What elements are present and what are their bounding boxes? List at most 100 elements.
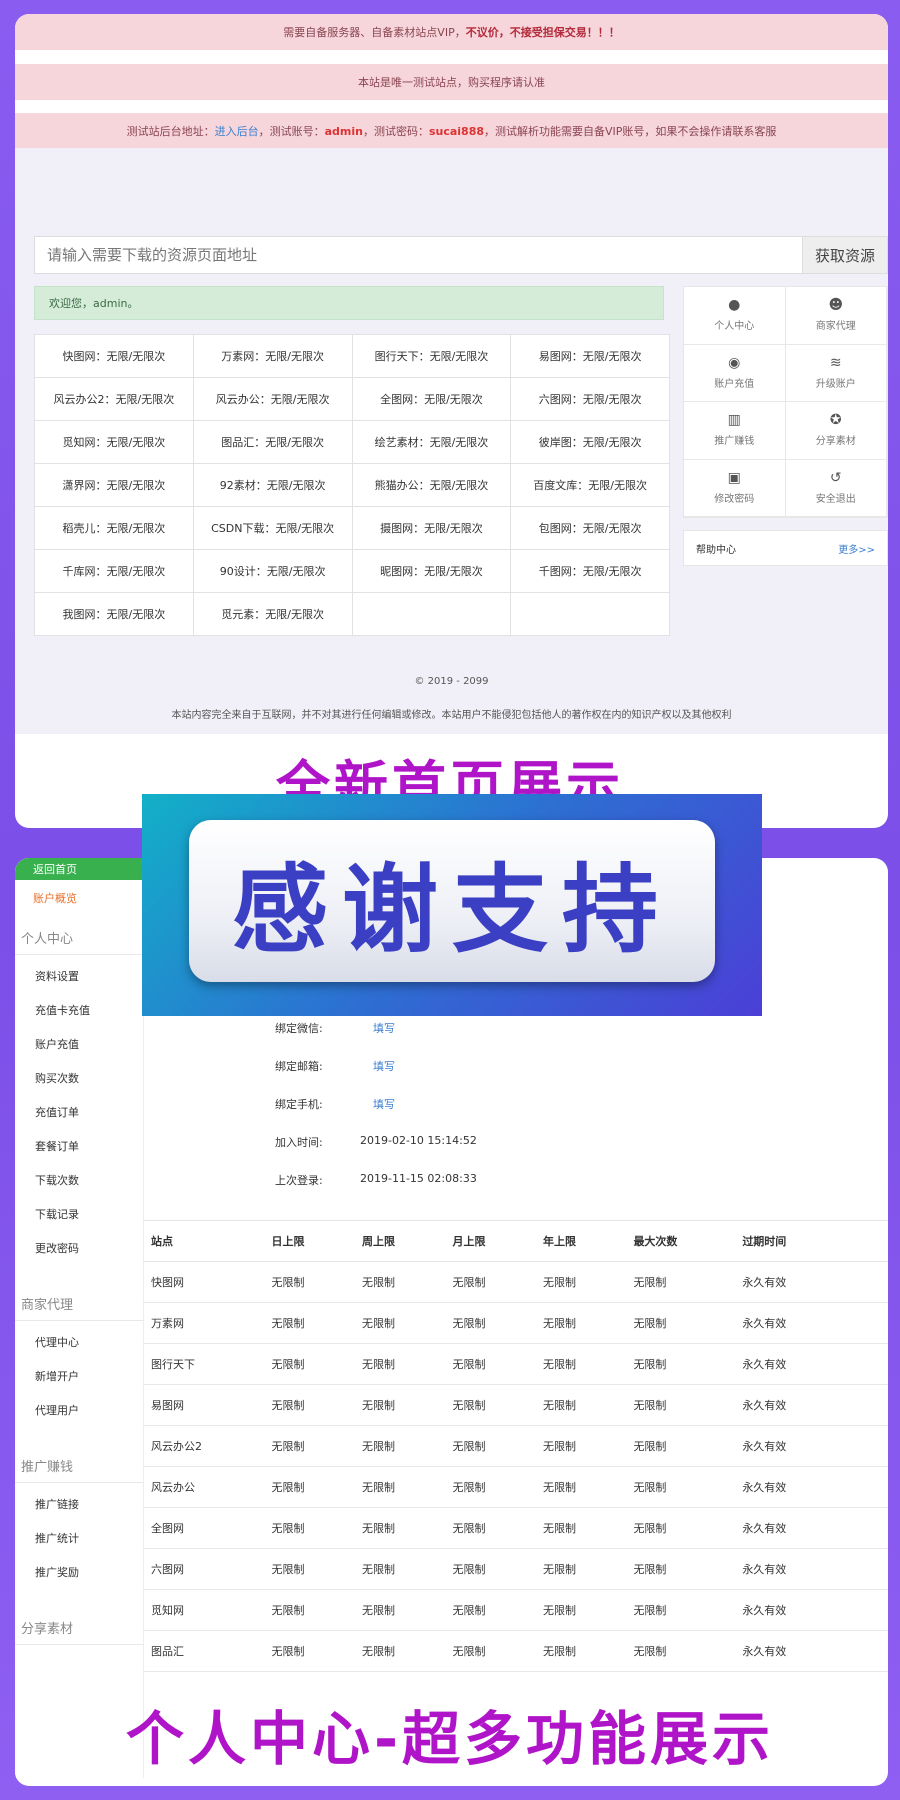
limits-cell: 图行天下 (143, 1343, 271, 1385)
nav-item[interactable]: 推广奖励 (35, 1564, 79, 1580)
nav-back-home[interactable]: 返回首页 (15, 858, 143, 880)
profile-row: 绑定手机: 填写 (275, 1096, 395, 1112)
quick-menu-share[interactable]: ✪ 分享素材 (785, 402, 887, 460)
quick-menu-coin[interactable]: ◉ 账户充值 (684, 344, 786, 402)
nav-item[interactable]: 购买次数 (35, 1070, 79, 1086)
admin-link[interactable]: 进入后台 (215, 123, 259, 139)
layers-icon: ≋ (829, 354, 842, 371)
notice-text: ，测试密码： (362, 125, 429, 138)
nav-item[interactable]: 推广统计 (35, 1530, 79, 1546)
limits-cell: 风云办公 (143, 1466, 271, 1508)
site-quota-cell: 90设计：无限/无限次 (192, 549, 353, 593)
table-row: 觅知网 无限制 无限制 无限制 无限制 无限制 永久有效 (143, 1589, 888, 1631)
profile-fill-link[interactable]: 填写 (373, 1020, 395, 1036)
nav-item[interactable]: 代理用户 (35, 1402, 79, 1418)
limits-cell: 无限制 (632, 1261, 742, 1303)
nav-item[interactable]: 下载记录 (35, 1206, 79, 1222)
notice-bold: 不议价，不接受担保交易！！！ (465, 26, 620, 39)
limits-cell: 永久有效 (741, 1384, 888, 1426)
limits-cell: 无限制 (632, 1384, 742, 1426)
quick-menu-group[interactable]: ☻ 商家代理 (785, 287, 887, 345)
limits-cell: 永久有效 (741, 1302, 888, 1344)
quick-menu-label: 安全退出 (815, 493, 856, 505)
limits-cell: 图品汇 (143, 1630, 271, 1672)
share-icon: ✪ (829, 412, 842, 429)
copyright: © 2019 - 2099 (414, 676, 489, 687)
thanks-badge: 感谢支持 (189, 820, 715, 982)
limits-cell: 无限制 (360, 1384, 452, 1426)
limits-cell: 无限制 (632, 1589, 742, 1631)
nav-item[interactable]: 资料设置 (35, 968, 79, 984)
quick-menu-user[interactable]: ● 个人中心 (684, 287, 786, 345)
limits-cell: 无限制 (632, 1548, 742, 1590)
disclaimer: 本站内容完全来自于互联网，并不对其进行任何编辑或修改。本站用户不能侵犯包括他人的… (171, 710, 732, 721)
limits-cell: 无限制 (632, 1343, 742, 1385)
limits-cell: 无限制 (360, 1466, 452, 1508)
welcome-message: 欢迎您，admin。 (34, 286, 664, 320)
limits-cell: 无限制 (632, 1466, 742, 1508)
site-quota-cell: 全图网：无限/无限次 (351, 377, 512, 421)
profile-value: 2019-11-15 02:08:33 (360, 1172, 477, 1185)
quick-menu-layers[interactable]: ≋ 升级账户 (785, 344, 887, 402)
nav-item[interactable]: 充值订单 (35, 1104, 79, 1120)
help-more-link[interactable]: 更多>> (838, 541, 875, 556)
limits-cell: 永久有效 (741, 1466, 888, 1508)
limits-cell: 无限制 (360, 1302, 452, 1344)
user-center-sidebar: 返回首页 账户概览 个人中心 资料设置 充值卡充值 账户充值 购买次数 充值订单 套餐订单下… (15, 858, 144, 1778)
site-quota-cell: 千库网：无限/无限次 (34, 549, 194, 593)
notice-text: ，测试账号： (258, 125, 325, 138)
table-row: 风云办公 无限制 无限制 无限制 无限制 无限制 永久有效 (143, 1466, 888, 1508)
table-row: 万素网 无限制 无限制 无限制 无限制 无限制 永久有效 (143, 1302, 888, 1344)
limits-cell: 无限制 (632, 1302, 742, 1344)
nav-item[interactable]: 套餐订单 (35, 1138, 79, 1154)
nav-divider (15, 1644, 143, 1645)
site-quota-cell: 快图网：无限/无限次 (34, 334, 194, 378)
limits-cell: 无限制 (270, 1384, 361, 1426)
nav-item[interactable]: 代理中心 (35, 1334, 79, 1350)
quick-menu-label: 账户充值 (714, 378, 755, 390)
limits-cell: 易图网 (143, 1384, 271, 1426)
notice-bar-2: 本站是唯一测试站点，购买程序请认准 (15, 64, 888, 100)
limits-cell: 无限制 (360, 1425, 452, 1467)
limits-cell: 无限制 (270, 1261, 361, 1303)
notice-text: 需要自备服务器、自备素材站点VIP， (283, 26, 466, 39)
table-row: 图品汇 无限制 无限制 无限制 无限制 无限制 永久有效 (143, 1630, 888, 1672)
logout-icon: ↺ (829, 469, 842, 486)
site-quota-cell: 百度文库：无限/无限次 (510, 463, 670, 507)
download-limits-table: 站点 日上限 周上限 月上限 年上限 最大次数 过期时间 快图网 无限制 无限制 无限制 无限制 无限… (143, 1220, 888, 1672)
quick-menu-chart[interactable]: ▥ 推广赚钱 (684, 402, 786, 460)
site-quota-cell: 彼岸图：无限/无限次 (510, 420, 670, 464)
help-title: 帮助中心 (696, 544, 736, 556)
quick-menu-logout[interactable]: ↺ 安全退出 (785, 459, 887, 517)
resource-url-input[interactable] (35, 237, 802, 273)
profile-row: 绑定微信: 填写 (275, 1020, 395, 1036)
limits-cell: 无限制 (451, 1630, 542, 1672)
get-resource-button[interactable]: 获取资源 (802, 237, 887, 273)
help-center: 帮助中心 更多>> (683, 530, 888, 566)
quick-menu-label: 修改密码 (714, 493, 755, 505)
nav-account-overview[interactable]: 账户概览 (33, 890, 77, 906)
nav-item[interactable]: 推广链接 (35, 1496, 79, 1512)
profile-row: 绑定邮箱: 填写 (275, 1058, 395, 1074)
nav-item[interactable]: 充值卡充值 (35, 1002, 90, 1018)
quick-menu-lock[interactable]: ▣ 修改密码 (684, 459, 786, 517)
test-account: admin (324, 124, 363, 138)
limits-column-header: 过期时间 (741, 1220, 888, 1262)
limits-cell: 无限制 (632, 1507, 742, 1549)
site-quota-cell: 觅知网：无限/无限次 (34, 420, 194, 464)
limits-cell: 永久有效 (741, 1548, 888, 1590)
nav-section-title: 分享素材 (21, 1622, 74, 1637)
limits-cell: 无限制 (541, 1343, 633, 1385)
site-quota-grid: 快图网：无限/无限次 万素网：无限/无限次 图行天下：无限/无限次 易图网：无限/无限… (34, 334, 670, 636)
profile-fill-link[interactable]: 填写 (373, 1096, 395, 1112)
limits-cell: 无限制 (360, 1507, 452, 1549)
notice-text: 测试站后台地址： (126, 125, 215, 138)
profile-fill-link[interactable]: 填写 (373, 1058, 395, 1074)
nav-item[interactable]: 账户充值 (35, 1036, 79, 1052)
profile-row: 上次登录: 2019-11-15 02:08:33 (275, 1172, 477, 1188)
quick-menu-label: 分享素材 (815, 436, 856, 448)
limits-cell: 永久有效 (741, 1425, 888, 1467)
nav-item[interactable]: 新增开户 (35, 1368, 79, 1384)
nav-item[interactable]: 更改密码 (35, 1240, 79, 1256)
nav-item[interactable]: 下载次数 (35, 1172, 79, 1188)
